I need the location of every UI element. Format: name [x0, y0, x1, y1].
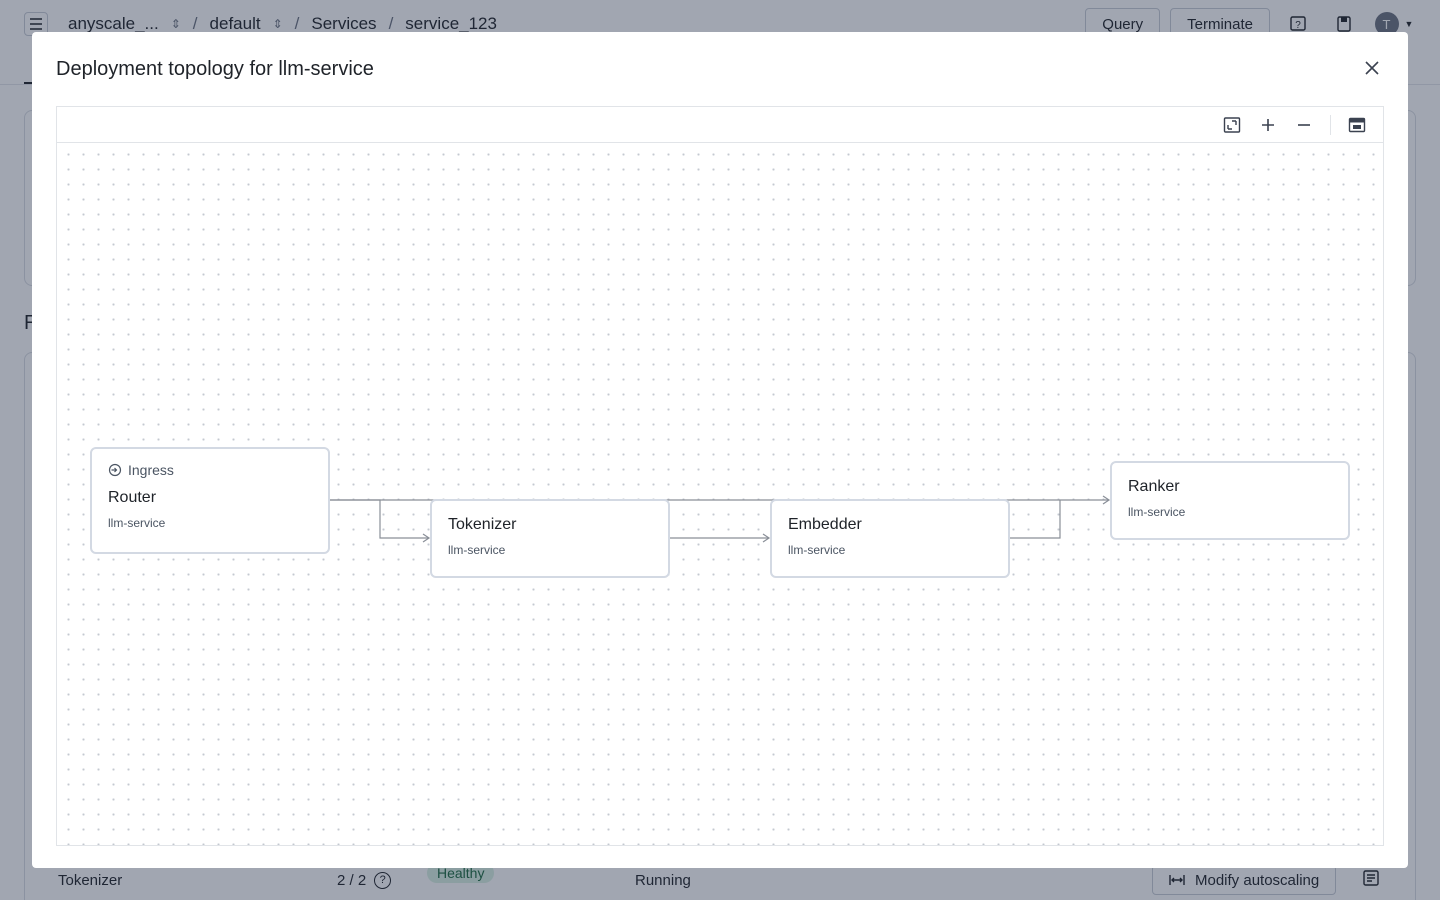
zoom-out-icon[interactable] — [1292, 113, 1316, 137]
close-icon[interactable] — [1360, 56, 1384, 80]
node-subtitle: llm-service — [788, 543, 846, 557]
node-subtitle: llm-service — [448, 543, 506, 557]
node-embedder[interactable]: Embedder llm-service — [770, 499, 1010, 578]
node-title: Router — [108, 489, 157, 506]
topology-modal: Deployment topology for llm-service Ingr… — [32, 32, 1408, 868]
canvas-toolbar — [57, 107, 1383, 143]
edge-embedder-ranker — [1010, 500, 1061, 539]
ingress-label: Ingress — [128, 462, 174, 478]
zoom-in-icon[interactable] — [1256, 113, 1280, 137]
node-subtitle: llm-service — [1128, 505, 1186, 519]
node-title: Tokenizer — [448, 516, 517, 533]
edge-router-tokenizer — [330, 499, 429, 539]
toolbar-divider — [1330, 115, 1331, 135]
modal-title: Deployment topology for llm-service — [56, 58, 374, 80]
fit-view-icon[interactable] — [1220, 113, 1244, 137]
topology-canvas[interactable]: Ingress Router llm-service Tokenizer llm… — [57, 143, 1383, 845]
node-title: Ranker — [1128, 478, 1180, 495]
node-title: Embedder — [788, 516, 862, 533]
ingress-tag: Ingress — [108, 462, 312, 478]
topology-canvas-frame: Ingress Router llm-service Tokenizer llm… — [56, 106, 1384, 846]
minimap-toggle-icon[interactable] — [1345, 113, 1369, 137]
node-subtitle: llm-service — [108, 516, 166, 530]
ingress-icon — [108, 463, 122, 477]
node-ranker[interactable]: Ranker llm-service — [1110, 461, 1350, 540]
node-tokenizer[interactable]: Tokenizer llm-service — [430, 499, 670, 578]
node-router[interactable]: Ingress Router llm-service — [90, 447, 330, 554]
